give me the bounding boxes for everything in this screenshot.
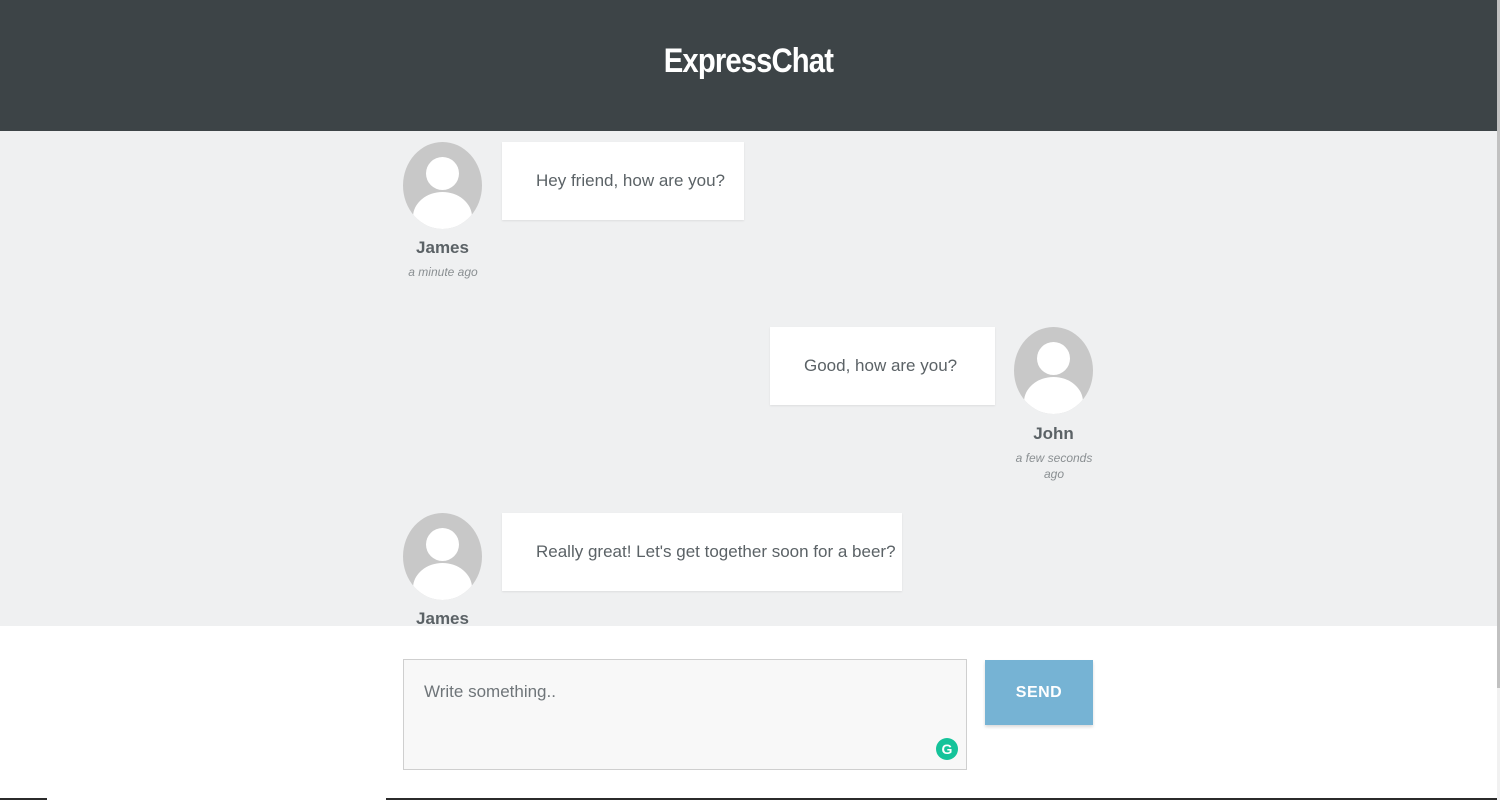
message-author: James (416, 238, 469, 257)
user-avatar-icon (1014, 327, 1093, 414)
message-bubble: Hey friend, how are you? (502, 142, 744, 220)
message-input[interactable] (403, 659, 967, 770)
app-header: ExpressChat (0, 0, 1497, 131)
message-author: John (1033, 424, 1074, 443)
message-author: James (416, 609, 469, 626)
message-bubble: Good, how are you? (770, 327, 995, 405)
message-bubble: Really great! Let's get together soon fo… (502, 513, 902, 591)
grammarly-icon[interactable]: G (936, 738, 958, 760)
message-time: a minute ago (408, 265, 478, 279)
app-title: ExpressChat (663, 42, 834, 80)
send-button[interactable]: SEND (985, 660, 1093, 725)
message-list[interactable]: James a minute ago Hey friend, how are y… (0, 131, 1497, 626)
user-avatar-icon (403, 513, 482, 600)
user-avatar-icon (403, 142, 482, 229)
message-time: a few seconds ago (1015, 451, 1093, 481)
